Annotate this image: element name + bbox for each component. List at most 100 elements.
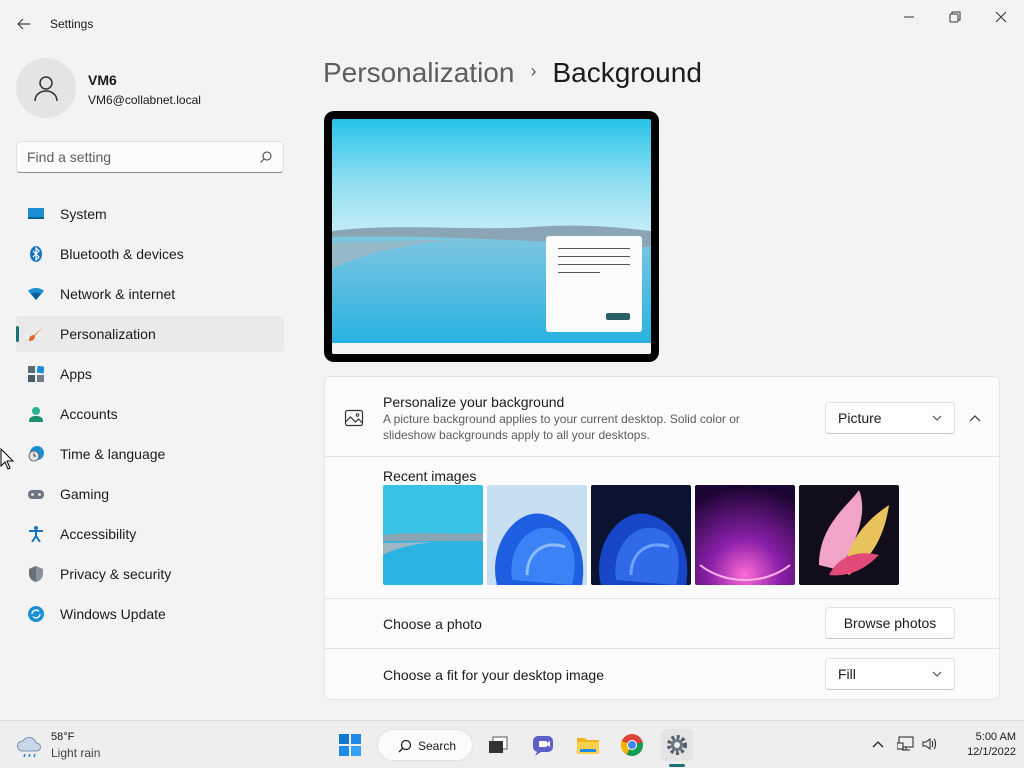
close-button[interactable] (978, 6, 1024, 28)
recent-images-section: Recent images (324, 457, 1000, 599)
recent-image-purple-glow[interactable] (695, 485, 795, 585)
close-icon (995, 11, 1007, 23)
user-profile[interactable]: VM6 VM6@collabnet.local (16, 58, 296, 118)
network-status-button[interactable] (895, 733, 917, 755)
search-icon[interactable] (259, 150, 273, 164)
sidebar-item-label: Personalization (60, 326, 156, 342)
sidebar-item-gaming[interactable]: Gaming (16, 476, 284, 512)
chevron-down-icon (932, 415, 942, 421)
taskbar-search-button[interactable]: Search (377, 729, 473, 761)
back-button[interactable] (12, 12, 36, 36)
minimize-button[interactable] (886, 6, 932, 28)
background-setting-card[interactable]: Personalize your background A picture ba… (324, 376, 1000, 457)
preview-line (558, 272, 600, 273)
sidebar-item-time-language[interactable]: Time & language (16, 436, 284, 472)
taskbar: 58°F Light rain Search 5:00 AM 12/1/2022 (0, 720, 1024, 768)
recent-images-list (383, 485, 903, 585)
preview-window (546, 236, 642, 332)
chevron-up-icon (969, 415, 981, 422)
title-bar: Settings (0, 0, 1024, 48)
chevron-down-icon (932, 671, 942, 677)
breadcrumb-separator: › (530, 61, 537, 82)
sidebar-item-label: Bluetooth & devices (60, 246, 184, 262)
sidebar-item-network[interactable]: Network & internet (16, 276, 284, 312)
ribbon-thumbnail (799, 485, 899, 585)
sidebar-item-windows-update[interactable]: Windows Update (16, 596, 284, 632)
breadcrumb-parent[interactable]: Personalization (323, 57, 514, 88)
chevron-up-icon (872, 741, 884, 748)
preview-taskbar (332, 343, 651, 354)
fit-dropdown[interactable]: Fill (825, 658, 955, 690)
user-email: VM6@collabnet.local (88, 93, 201, 107)
chat-button[interactable] (527, 729, 559, 761)
bloom-dark-thumbnail (591, 485, 691, 585)
volume-button[interactable] (919, 733, 941, 755)
recent-image-bloom-light[interactable] (487, 485, 587, 585)
sidebar-item-system[interactable]: System (16, 196, 284, 232)
collapse-button[interactable] (965, 408, 985, 428)
search-icon (398, 739, 412, 753)
page-title: Background (552, 57, 702, 88)
recent-image-ribbon[interactable] (799, 485, 899, 585)
app-title: Settings (50, 17, 94, 31)
sidebar-item-label: Accounts (60, 406, 118, 422)
back-arrow-icon (17, 18, 30, 30)
system-icon (28, 208, 44, 219)
sidebar-item-bluetooth[interactable]: Bluetooth & devices (16, 236, 284, 272)
start-button[interactable] (334, 729, 366, 761)
sidebar-item-accessibility[interactable]: Accessibility (16, 516, 284, 552)
ethernet-icon (897, 736, 914, 751)
chrome-icon (620, 734, 643, 756)
sidebar-item-apps[interactable]: Apps (16, 356, 284, 392)
background-title: Personalize your background (383, 394, 565, 410)
active-app-indicator (669, 764, 685, 767)
sidebar-item-accounts[interactable]: Accounts (16, 396, 284, 432)
background-type-dropdown[interactable]: Picture (825, 402, 955, 434)
bloom-light-thumbnail (487, 485, 587, 585)
taskbar-search-label: Search (418, 739, 457, 753)
picture-icon (344, 409, 364, 427)
recent-images-label: Recent images (383, 468, 477, 484)
recent-image-bloom-dark[interactable] (591, 485, 691, 585)
settings-app-button[interactable] (661, 729, 693, 761)
windows-logo-icon (339, 734, 361, 756)
chat-icon (533, 736, 553, 756)
sidebar-item-label: Windows Update (60, 606, 166, 622)
sidebar-item-label: Apps (60, 366, 92, 382)
task-view-icon (489, 736, 508, 753)
user-icon (34, 76, 58, 102)
sidebar-item-label: Time & language (60, 446, 166, 462)
desktop-preview (324, 111, 659, 362)
clock-time: 5:00 AM (975, 731, 1016, 743)
browse-photos-button[interactable]: Browse photos (825, 607, 955, 639)
show-hidden-icons-button[interactable] (867, 733, 889, 755)
user-name: VM6 (88, 72, 117, 88)
task-view-button[interactable] (482, 729, 514, 761)
breadcrumb: Personalization › Background (323, 57, 702, 89)
apps-icon (28, 366, 44, 382)
sidebar-item-label: Accessibility (60, 526, 137, 542)
mouse-cursor-icon (0, 448, 15, 470)
search-input[interactable] (17, 142, 247, 172)
recent-image-lake[interactable] (383, 485, 483, 585)
background-type-value: Picture (838, 410, 882, 426)
chrome-button[interactable] (616, 729, 648, 761)
bluetooth-icon (30, 246, 42, 262)
clock[interactable]: 5:00 AM 12/1/2022 (944, 730, 1016, 760)
gaming-icon (28, 490, 44, 499)
network-icon (28, 288, 44, 300)
shield-icon (29, 566, 43, 582)
purple-glow-thumbnail (695, 485, 795, 585)
choose-fit-label: Choose a fit for your desktop image (383, 667, 605, 683)
preview-line (558, 248, 630, 249)
choose-photo-row: Choose a photo Browse photos (324, 599, 1000, 649)
search-box (16, 141, 284, 173)
maximize-button[interactable] (932, 6, 978, 28)
sidebar-item-privacy[interactable]: Privacy & security (16, 556, 284, 592)
weather-widget[interactable]: 58°F Light rain (16, 729, 136, 763)
sidebar-item-personalization[interactable]: Personalization (16, 316, 284, 352)
file-explorer-button[interactable] (572, 729, 604, 761)
sidebar-item-label: Gaming (60, 486, 110, 502)
nav-menu: System Bluetooth & devices Network & int… (16, 196, 284, 636)
preview-wallpaper (332, 119, 651, 354)
